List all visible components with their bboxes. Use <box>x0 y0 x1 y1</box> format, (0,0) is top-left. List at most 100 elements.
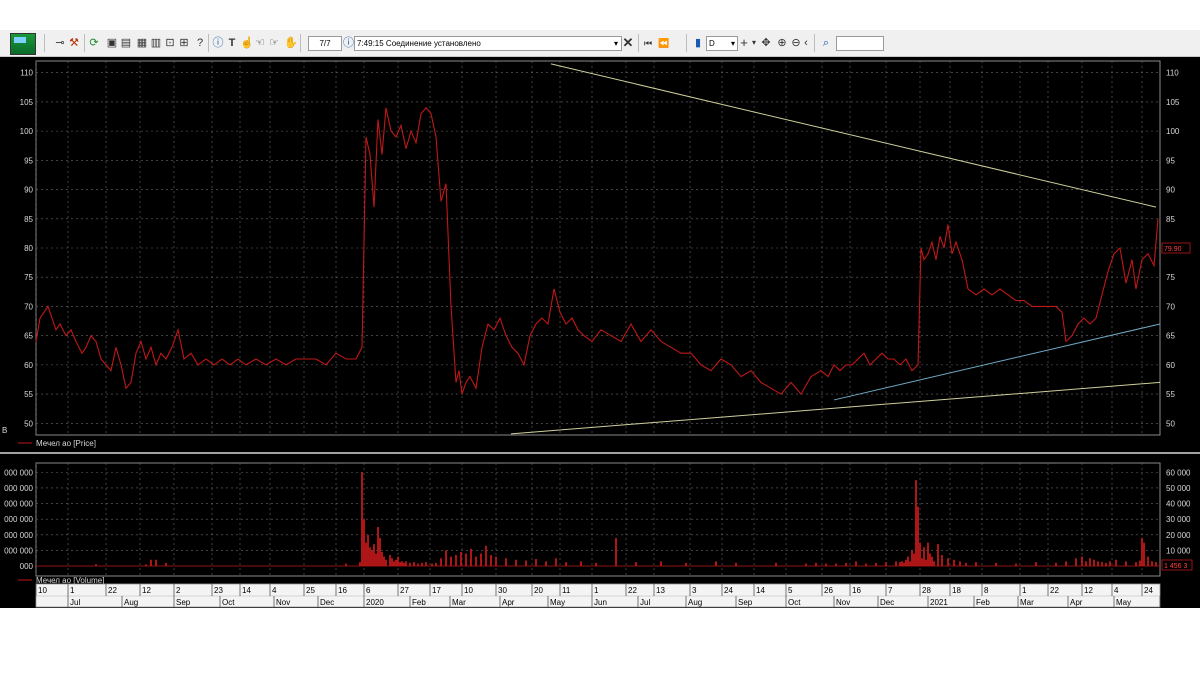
volume-bar <box>927 542 929 566</box>
close-icon[interactable]: ✕ <box>622 36 634 50</box>
volume-bar <box>715 561 717 566</box>
chevron-down-icon[interactable]: ▾ <box>750 36 758 50</box>
zoom-icon[interactable]: ⊡ <box>164 36 176 50</box>
move-icon[interactable]: ✥ <box>760 36 772 50</box>
text-icon[interactable]: T <box>226 36 238 50</box>
date-day-label: 6 <box>366 586 371 595</box>
price-y-tick-right: 65 <box>1166 332 1175 341</box>
volume-y-tick-right: 20 000 <box>1166 531 1191 540</box>
window-icon[interactable]: ▣ <box>106 36 118 50</box>
plus-icon[interactable]: + <box>738 36 750 50</box>
volume-bar <box>953 559 955 566</box>
prev-icon[interactable]: ⏪ <box>658 36 670 50</box>
volume-bar <box>505 558 507 566</box>
zoom-in-icon[interactable]: ⊕ <box>776 36 788 50</box>
info-icon[interactable]: ⓘ <box>212 36 224 50</box>
toolbar-separator <box>638 34 639 52</box>
date-month-label: Feb <box>412 598 426 607</box>
toolbar-separator <box>814 34 815 52</box>
chevron-down-icon[interactable]: ▾ <box>731 37 735 50</box>
volume-bar <box>409 562 411 566</box>
hand-icon[interactable]: ✋ <box>284 36 298 50</box>
volume-bar <box>1065 561 1067 566</box>
bars-icon[interactable]: ▮ <box>692 36 704 50</box>
date-month-label: May <box>1116 598 1131 607</box>
date-day-label: 30 <box>498 586 507 595</box>
volume-bar <box>435 562 437 566</box>
volume-bar <box>485 545 487 566</box>
volume-bar <box>367 534 369 566</box>
price-y-tick-right: 75 <box>1166 273 1175 282</box>
first-icon[interactable]: ⏮ <box>642 36 654 50</box>
date-day-label: 12 <box>142 586 151 595</box>
hand-icon[interactable]: ☜ <box>254 36 266 50</box>
table-icon[interactable]: ▥ <box>150 36 162 50</box>
price-y-tick-right: 95 <box>1166 156 1175 165</box>
zoom-out-icon[interactable]: ⊖ <box>790 36 802 50</box>
search-icon[interactable]: ⌕ <box>820 36 832 50</box>
volume-bar <box>1093 559 1095 566</box>
status-dropdown[interactable]: 7:49:15 Соединение установлено ▾ <box>354 36 622 51</box>
more-icon[interactable]: ‹ <box>802 36 810 50</box>
toolbar-separator <box>44 34 45 52</box>
date-day-label: 7 <box>888 586 893 595</box>
volume-y-tick-right: 30 000 <box>1166 515 1191 524</box>
volume-bar <box>965 562 967 566</box>
volume-bar <box>393 561 395 566</box>
volume-bar <box>375 553 377 566</box>
wand-icon[interactable]: ⚒ <box>68 36 80 50</box>
price-y-tick-right: 110 <box>1166 69 1179 78</box>
date-day-label: 10 <box>464 586 473 595</box>
help-icon[interactable]: ? <box>194 36 206 50</box>
volume-bar <box>470 548 472 566</box>
chart-area: 5050555560606565707075758080858590909595… <box>0 57 1200 608</box>
volume-bar <box>440 558 442 566</box>
hand-icon[interactable]: ☝ <box>240 36 254 50</box>
date-day-label: 2 <box>176 586 181 595</box>
date-month-label: Apr <box>502 598 515 607</box>
chevron-down-icon[interactable]: ▾ <box>614 37 618 50</box>
volume-bar <box>933 561 935 566</box>
volume-bar <box>913 553 915 566</box>
volume-y-tick-left: 000 000 <box>4 484 33 493</box>
table-icon[interactable]: ▦ <box>136 36 148 50</box>
date-day-label: 22 <box>1050 586 1059 595</box>
volume-bar <box>525 560 527 566</box>
price-y-tick-left: 50 <box>24 419 33 428</box>
volume-bar <box>735 562 737 566</box>
volume-bar <box>545 561 547 566</box>
volume-bar <box>421 562 423 566</box>
volume-bar <box>1115 559 1117 566</box>
date-day-label: 4 <box>1114 586 1119 595</box>
volume-bar <box>615 537 617 566</box>
counter-field: 7/7 <box>308 36 342 51</box>
key-icon[interactable]: ⊸ <box>54 36 66 50</box>
date-month-label: Sep <box>738 598 753 607</box>
volume-bar <box>947 558 949 566</box>
volume-bar <box>1055 562 1057 566</box>
app-logo-icon[interactable] <box>10 33 36 55</box>
volume-bar <box>1139 560 1141 566</box>
volume-bar <box>580 561 582 566</box>
search-input[interactable] <box>836 36 884 51</box>
refresh-icon[interactable]: ⟳ <box>88 36 100 50</box>
volume-bar <box>1075 558 1077 566</box>
period-select[interactable]: D ▾ <box>706 36 738 51</box>
volume-bar <box>1141 537 1143 566</box>
volume-bar <box>359 562 361 566</box>
price-y-tick-right: 85 <box>1166 215 1175 224</box>
volume-bar <box>660 561 662 566</box>
price-y-tick-right: 55 <box>1166 390 1175 399</box>
date-day-label: 23 <box>214 586 223 595</box>
period-value: D <box>709 39 715 48</box>
window-icon[interactable]: ▤ <box>120 36 132 50</box>
zoom-icon[interactable]: ⊞ <box>178 36 190 50</box>
price-y-tick-right: 90 <box>1166 186 1175 195</box>
date-day-label: 26 <box>824 586 833 595</box>
price-legend: Мечел ао [Price] <box>36 439 96 448</box>
price-y-tick-left: 85 <box>24 215 33 224</box>
date-day-label: 24 <box>1144 586 1153 595</box>
date-month-label: Aug <box>124 598 138 607</box>
hand-icon[interactable]: ☞ <box>268 36 280 50</box>
toolbar-separator <box>300 34 301 52</box>
